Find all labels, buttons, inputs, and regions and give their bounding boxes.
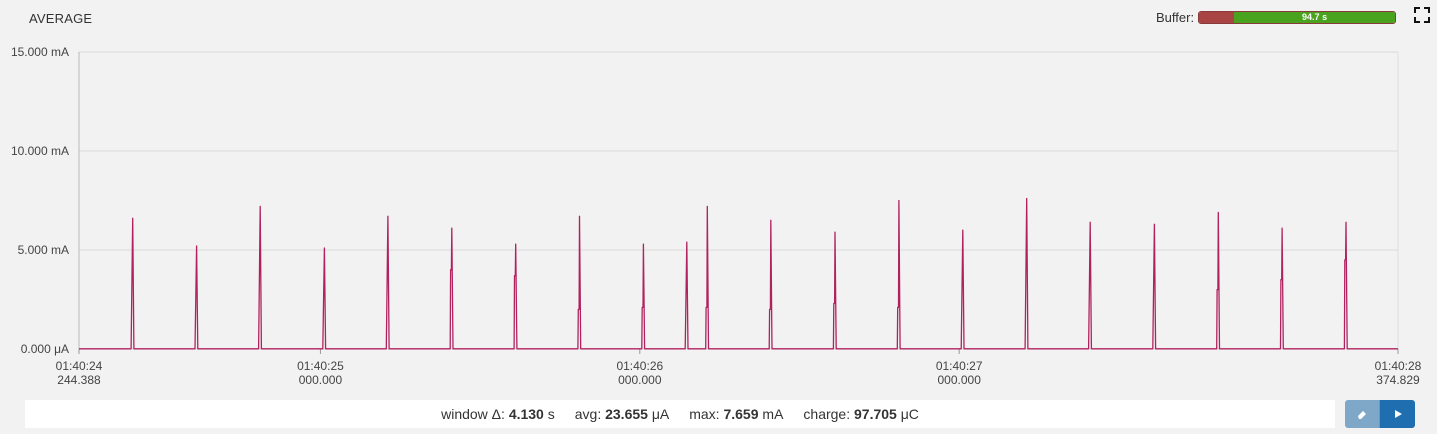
buffer-indicator: Buffer: 94.7 s: [1156, 10, 1397, 25]
buffer-value: 94.7 s: [1234, 12, 1396, 23]
avg-stat: avg: 23.655 μA: [575, 406, 669, 422]
window-label: window Δ:: [441, 406, 505, 422]
current-chart[interactable]: 15.000 mA 10.000 mA 5.000 mA 0.000 μA 01:40:…: [0, 40, 1437, 390]
play-icon: [1394, 410, 1402, 418]
x-tick-label-ms: 000.000: [937, 373, 981, 387]
y-tick-label: 5.000 mA: [18, 243, 69, 257]
x-tick-label-time: 01:40:24: [56, 359, 103, 373]
avg-label: avg:: [574, 406, 602, 422]
y-tick-label: 15.000 mA: [11, 45, 69, 59]
max-stat: max: 7.659 mA: [689, 406, 783, 422]
x-tick-label-time: 01:40:27: [936, 359, 983, 373]
play-button[interactable]: [1380, 400, 1415, 428]
x-tick-label-ms: 000.000: [618, 373, 662, 387]
reset-button[interactable]: [1345, 400, 1380, 428]
buffer-bar: 94.7 s: [1198, 11, 1397, 24]
series-line: [79, 197, 1398, 350]
charge-value: 97.705: [854, 406, 897, 422]
window-unit: s: [547, 406, 555, 422]
stats-bar: window Δ: 4.130 s avg: 23.655 μA max: 7.…: [25, 400, 1335, 428]
buffer-used-segment: [1199, 12, 1235, 23]
avg-unit: μA: [651, 406, 670, 422]
x-tick-label-time: 01:40:25: [297, 359, 344, 373]
charge-unit: μC: [900, 406, 919, 422]
max-value: 7.659: [723, 406, 759, 422]
fullscreen-icon: [1414, 7, 1430, 23]
x-tick-label-time: 01:40:26: [616, 359, 663, 373]
max-unit: mA: [762, 406, 784, 422]
x-tick-label-ms: 374.829: [1376, 373, 1420, 387]
max-label: max:: [689, 406, 720, 422]
chart-controls: [1345, 400, 1415, 428]
chart-title: AVERAGE: [29, 11, 93, 26]
fullscreen-button[interactable]: [1414, 7, 1430, 23]
x-tick-label-ms: 000.000: [299, 373, 343, 387]
x-tick-label-ms: 244.388: [57, 373, 101, 387]
eraser-icon: [1358, 411, 1366, 419]
charge-stat: charge: 97.705 μC: [803, 406, 919, 422]
window-value: 4.130: [508, 406, 544, 422]
y-tick-label: 0.000 μA: [21, 342, 69, 356]
y-tick-label: 10.000 mA: [11, 144, 69, 158]
charge-label: charge:: [803, 406, 851, 422]
avg-value: 23.655: [605, 406, 648, 422]
window-stat: window Δ: 4.130 s: [441, 406, 555, 422]
buffer-label: Buffer:: [1156, 10, 1195, 25]
x-tick-label-time: 01:40:28: [1375, 359, 1422, 373]
